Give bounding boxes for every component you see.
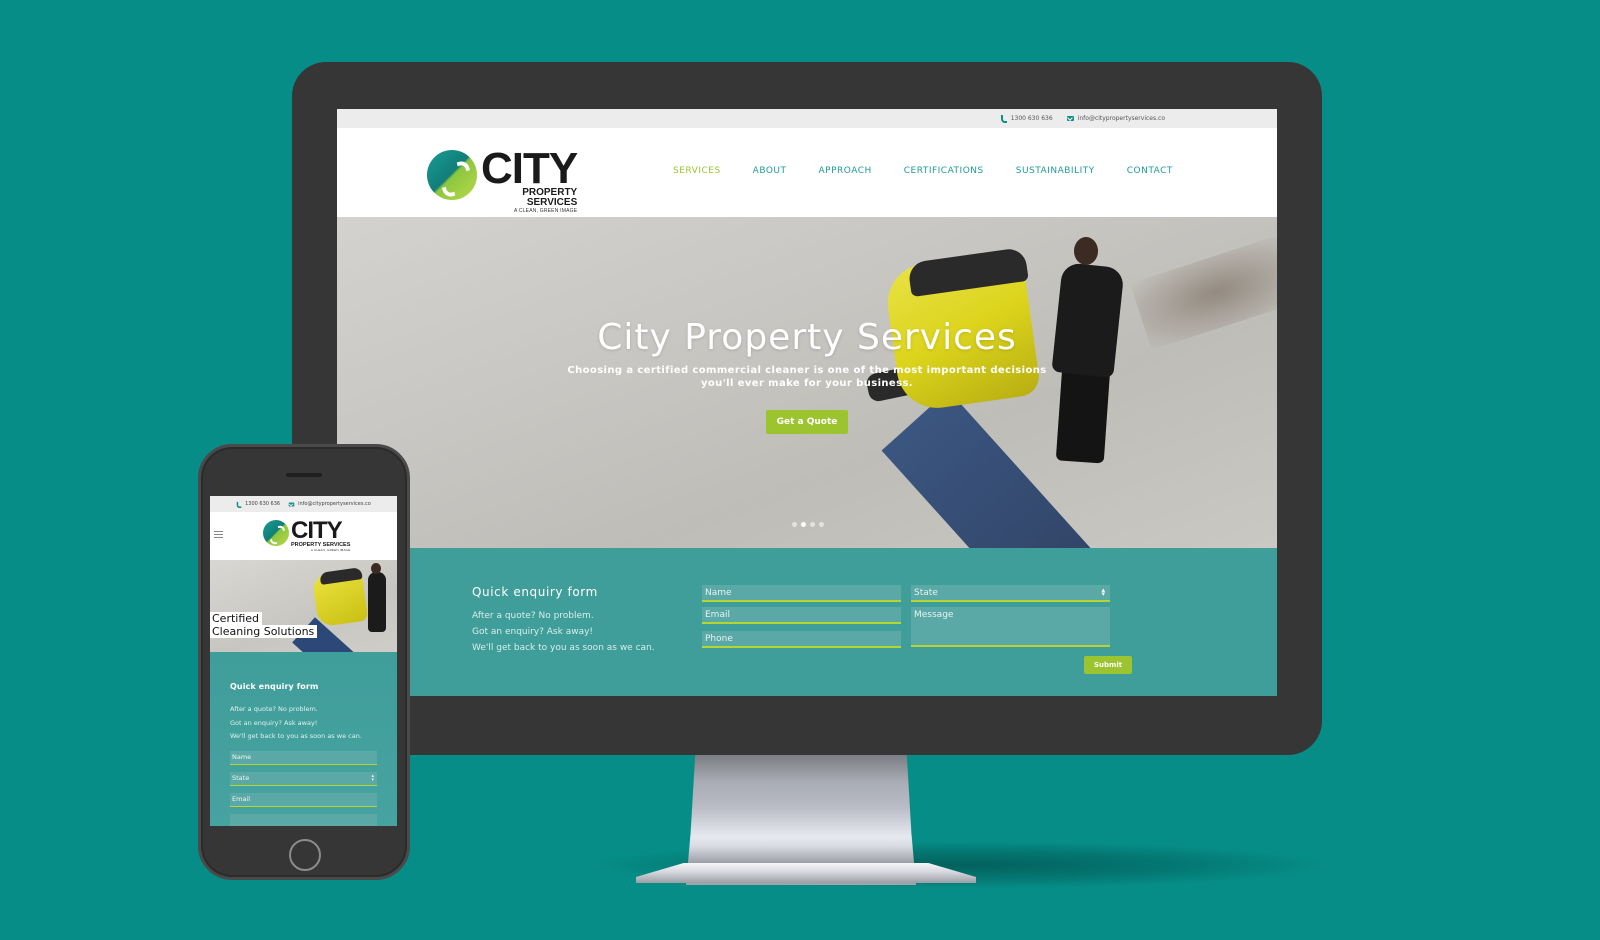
mobile-email-input[interactable]: Email — [230, 792, 377, 807]
select-arrows-icon: ▴ ▾ — [1101, 586, 1105, 598]
mobile-logo-tagline: A CLEAN, GREEN IMAGE — [310, 548, 351, 552]
enquiry-section: Quick enquiry form After a quote? No pro… — [337, 548, 1277, 696]
mobile-hero-caption-line1: Certified — [210, 612, 263, 625]
nav-sustainability[interactable]: SUSTAINABILITY — [1016, 166, 1095, 176]
state-select[interactable]: State ▴ ▾ — [911, 585, 1110, 602]
mobile-enquiry-description: After a quote? No problem. Got an enquir… — [230, 703, 377, 744]
logo-subtitle: PROPERTY SERVICES — [522, 187, 578, 208]
enquiry-intro: Quick enquiry form After a quote? No pro… — [472, 585, 655, 656]
mobile-hero-caption: Certified Cleaning Solutions — [210, 612, 318, 638]
hero-content: City Property Services Choosing a certif… — [337, 317, 1277, 434]
city-logo-mark-icon — [427, 150, 477, 200]
nav-services[interactable]: SERVICES — [673, 166, 721, 176]
hero-slider: City Property Services Choosing a certif… — [337, 217, 1277, 548]
enquiry-line: We'll get back to you as soon as we can. — [472, 643, 655, 653]
phone-input[interactable]: Phone — [702, 631, 901, 648]
slider-dot-active[interactable] — [801, 522, 806, 527]
site-header: CITY PROPERTY SERVICES A CLEAN, GREEN IM… — [337, 128, 1277, 217]
mobile-enquiry-section: Quick enquiry form After a quote? No pro… — [210, 652, 397, 826]
mobile-logo-text: CITY PROPERTY SERVICES A CLEAN, GREEN IM… — [291, 517, 351, 553]
mobile-email-address: info@citypropertyservices.co — [298, 501, 371, 507]
enquiry-line: Got an enquiry? Ask away! — [472, 627, 594, 637]
mobile-phone-number: 1300 630 636 — [245, 501, 281, 507]
topbar-phone[interactable]: 1300 630 636 — [1000, 115, 1053, 123]
nav-contact[interactable]: CONTACT — [1127, 166, 1173, 176]
mobile-state-value: State — [232, 773, 250, 782]
select-arrows-icon: ▴ ▾ — [371, 772, 374, 783]
email-input[interactable]: Email — [702, 607, 901, 624]
mobile-logo[interactable]: CITY PROPERTY SERVICES A CLEAN, GREEN IM… — [263, 517, 351, 553]
mail-icon — [288, 502, 295, 506]
enquiry-line: After a quote? No problem. — [230, 705, 318, 713]
phone-icon — [236, 501, 242, 508]
site-logo[interactable]: CITY PROPERTY SERVICES A CLEAN, GREEN IM… — [427, 147, 578, 214]
topbar-phone-number: 1300 630 636 — [1010, 115, 1053, 122]
enquiry-description: After a quote? No problem. Got an enquir… — [472, 608, 655, 656]
logo-name: CITY — [481, 144, 578, 193]
desktop-topbar: 1300 630 636 info@citypropertyservices.c… — [337, 109, 1277, 128]
name-input[interactable]: Name — [702, 585, 901, 602]
enquiry-line: Got an enquiry? Ask away! — [230, 718, 318, 727]
slider-dot[interactable] — [792, 522, 797, 527]
nav-about[interactable]: ABOUT — [753, 166, 787, 176]
slider-dot[interactable] — [810, 522, 815, 527]
logo-tagline: A CLEAN, GREEN IMAGE — [514, 208, 578, 214]
mobile-enquiry-title: Quick enquiry form — [230, 682, 319, 691]
enquiry-line: We'll get back to you as soon as we can. — [230, 732, 362, 740]
mobile-hero-worker — [368, 572, 386, 632]
hamburger-menu-icon[interactable] — [214, 531, 223, 538]
enquiry-title: Quick enquiry form — [472, 585, 598, 599]
mobile-hero-caption-line2: Cleaning Solutions — [210, 625, 318, 638]
hero-subtitle: Choosing a certified commercial cleaner … — [567, 365, 1047, 389]
state-select-value: State — [914, 588, 938, 598]
slider-dots — [792, 522, 824, 527]
mobile-state-select[interactable]: State ▴ ▾ — [230, 771, 377, 786]
mobile-screen: 1300 630 636 info@citypropertyservices.c… — [210, 496, 397, 826]
hero-title: City Property Services — [597, 317, 1017, 358]
desktop-screen: 1300 630 636 info@citypropertyservices.c… — [337, 109, 1277, 696]
nav-certifications[interactable]: CERTIFICATIONS — [904, 166, 984, 176]
phone-home-button[interactable] — [289, 839, 321, 871]
mobile-logo-name: CITY — [291, 517, 343, 544]
enquiry-line: After a quote? No problem. — [472, 611, 594, 621]
logo-text: CITY PROPERTY SERVICES A CLEAN, GREEN IM… — [481, 144, 578, 215]
mobile-topbar-phone[interactable]: 1300 630 636 — [236, 501, 280, 508]
submit-button[interactable]: Submit — [1084, 656, 1133, 674]
city-logo-mark-icon — [263, 520, 289, 546]
topbar-email-address: info@citypropertyservices.co — [1077, 115, 1165, 122]
main-nav: SERVICES ABOUT APPROACH CERTIFICATIONS S… — [673, 166, 1173, 176]
get-a-quote-button[interactable]: Get a Quote — [765, 410, 849, 434]
phone-icon — [1000, 115, 1007, 123]
mobile-phone-input[interactable] — [230, 813, 377, 826]
mobile-name-input[interactable]: Name — [230, 750, 377, 765]
hero-image-worker-head — [1074, 237, 1098, 265]
nav-approach[interactable]: APPROACH — [819, 166, 872, 176]
mobile-hero-worker-head — [371, 563, 381, 574]
mobile-hero: Certified Cleaning Solutions — [210, 560, 397, 652]
topbar-email[interactable]: info@citypropertyservices.co — [1066, 115, 1165, 122]
mail-icon — [1066, 116, 1074, 121]
mobile-topbar-email[interactable]: info@citypropertyservices.co — [288, 501, 371, 507]
mobile-header: CITY PROPERTY SERVICES A CLEAN, GREEN IM… — [210, 512, 397, 560]
phone-speaker — [286, 473, 322, 477]
mobile-topbar: 1300 630 636 info@citypropertyservices.c… — [210, 496, 397, 512]
slider-dot[interactable] — [819, 522, 824, 527]
monitor-stand-base — [636, 863, 976, 883]
message-textarea[interactable]: Message — [911, 607, 1110, 647]
